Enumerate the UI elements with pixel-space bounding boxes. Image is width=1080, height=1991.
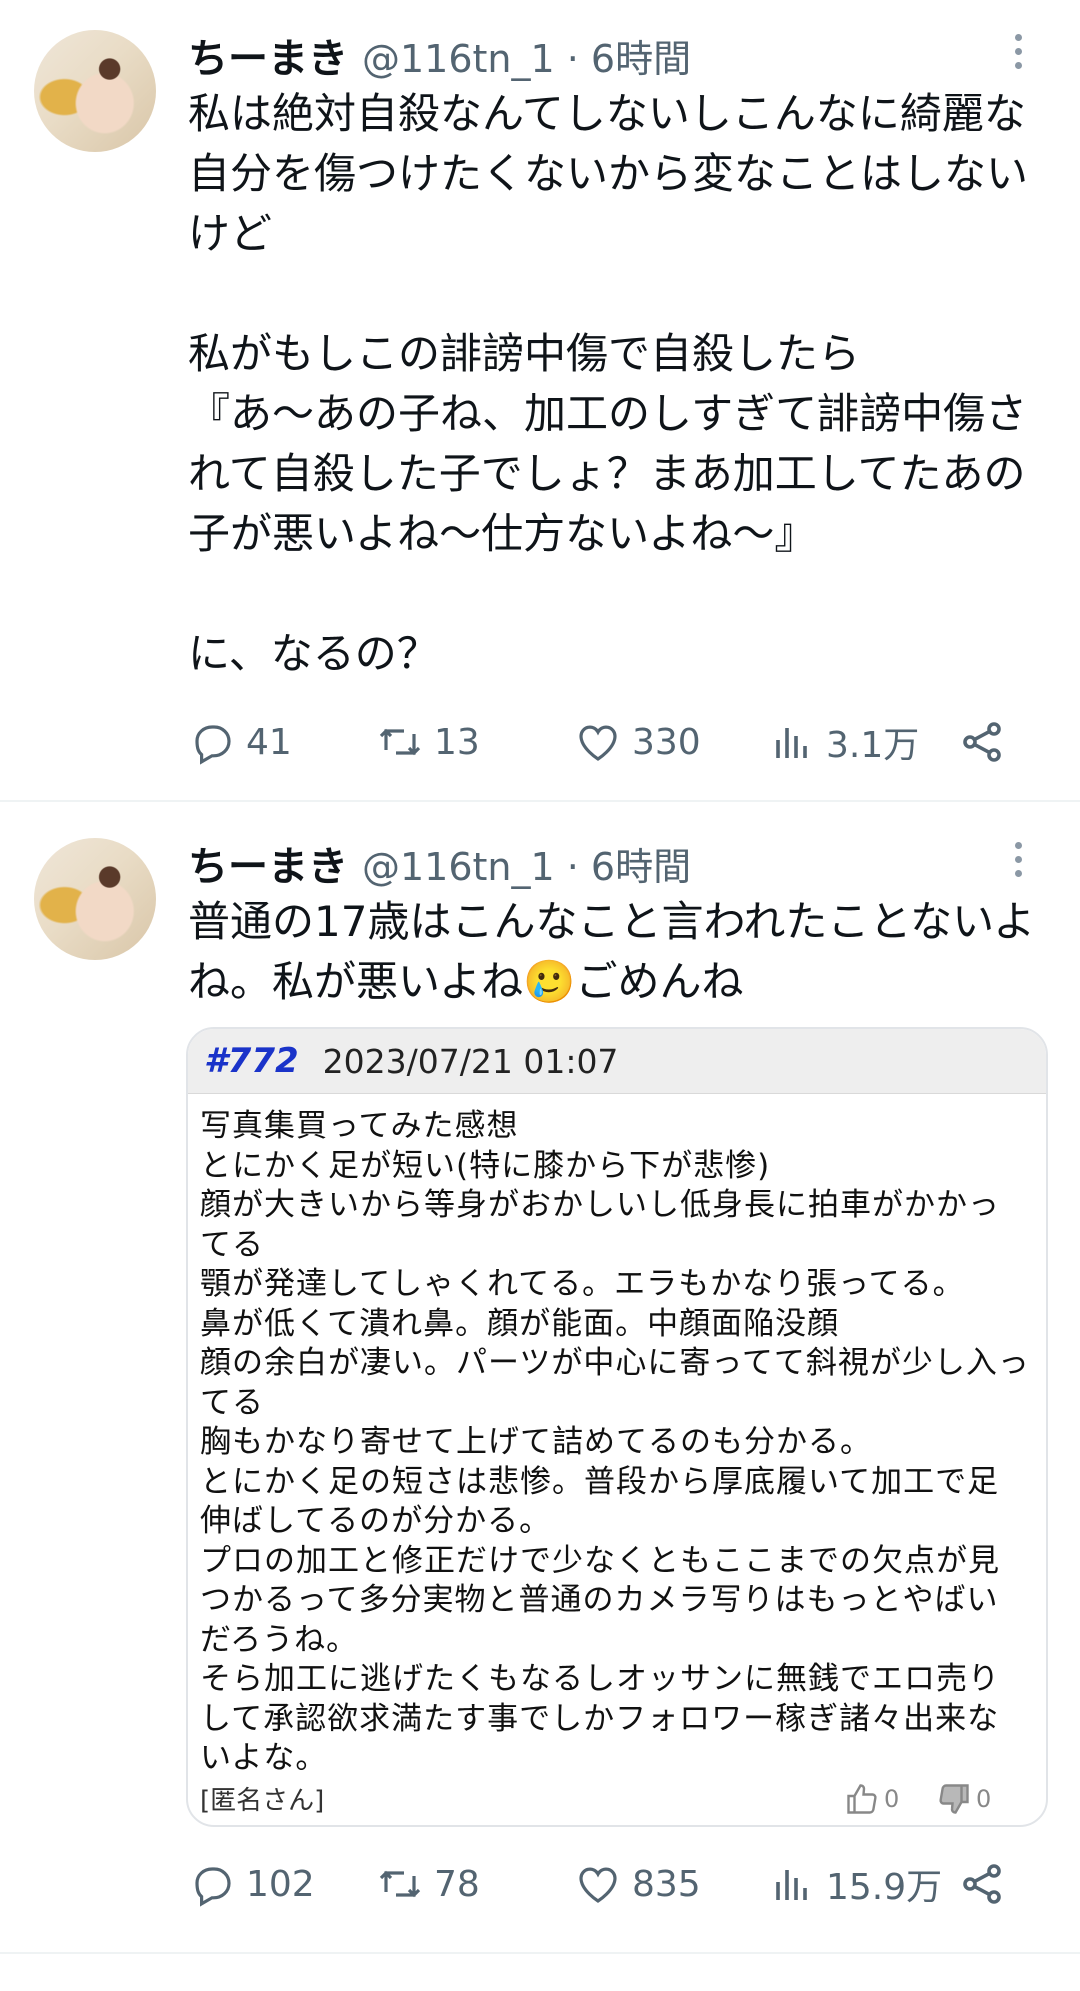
thumbs-down-icon [939,1784,969,1814]
action-bar: 102 78 835 15.9万 [188,1856,1018,1912]
share-button[interactable] [958,714,1016,770]
views-icon [776,1870,807,1900]
post-date: 2023/07/21 01:07 [322,1041,619,1081]
thumbs-up-icon [847,1784,877,1814]
more-icon[interactable] [1010,842,1026,886]
post-header: #772 2023/07/21 01:07 [188,1029,1046,1094]
reply-count: 102 [246,1863,315,1905]
avatar[interactable] [34,838,156,960]
upvote-count: 0 [884,1785,900,1813]
reply-icon [195,725,231,765]
user-name[interactable]: ちーまき [188,26,348,84]
tweet-1[interactable]: ちーまき @116tn_1 · 6時間 私は絶対自殺なんてしないしこんなに綺麗な… [0,0,1080,800]
more-icon[interactable] [1010,34,1026,78]
tweet-header: ちーまき @116tn_1 · 6時間 [188,834,692,890]
action-bar: 41 13 330 3.1万 [188,714,1018,770]
retweet-button[interactable]: 78 [376,1856,480,1912]
reply-count: 41 [246,721,292,763]
share-button[interactable] [958,1856,1016,1912]
reply-button[interactable]: 102 [188,1856,315,1912]
user-name[interactable]: ちーまき [188,834,348,892]
post-body: 写真集買ってみた感想 とにかく足が短い(特に膝から下が悲惨) 顔が大きいから等身… [200,1108,1030,1776]
avatar[interactable] [34,30,156,152]
like-button[interactable]: 330 [574,714,701,770]
tweet-header: ちーまき @116tn_1 · 6時間 [188,26,692,82]
upvote: 0 [844,1781,899,1817]
divider [0,1952,1080,1954]
like-count: 330 [632,721,701,763]
views-button[interactable]: 15.9万 [768,1856,942,1912]
views-count: 3.1万 [826,725,920,766]
downvote: 0 [936,1781,991,1817]
retweet-icon [379,728,421,756]
share-icon [963,722,1001,762]
handle-time: @116tn_1 · 6時間 [362,37,692,81]
post-number: #772 [204,1041,299,1081]
views-button[interactable]: 3.1万 [768,714,919,770]
tweet-text: 普通の17歳はこんなこと言われたことないよね。私が悪いよね🥲ごめんね [188,897,1036,1006]
share-icon [963,1864,1001,1904]
reply-button[interactable]: 41 [188,714,292,770]
like-count: 835 [632,1863,701,1905]
retweet-button[interactable]: 13 [376,714,480,770]
retweet-count: 13 [434,721,480,763]
tweet-text: 私は絶対自殺なんてしないしこんなに綺麗な自分を傷つけたくないから変なことはしない… [188,89,1029,678]
like-button[interactable]: 835 [574,1856,701,1912]
like-icon [579,1867,617,1903]
like-icon [579,725,617,761]
downvote-count: 0 [976,1785,992,1813]
retweet-count: 78 [434,1863,480,1905]
handle-time: @116tn_1 · 6時間 [362,845,692,889]
embedded-image[interactable]: #772 2023/07/21 01:07 写真集買ってみた感想 とにかく足が短… [186,1027,1048,1827]
views-count: 15.9万 [826,1867,943,1908]
views-icon [776,728,807,758]
retweet-icon [379,1870,421,1898]
reply-icon [195,1867,231,1907]
post-author: [匿名さん] [200,1786,325,1816]
